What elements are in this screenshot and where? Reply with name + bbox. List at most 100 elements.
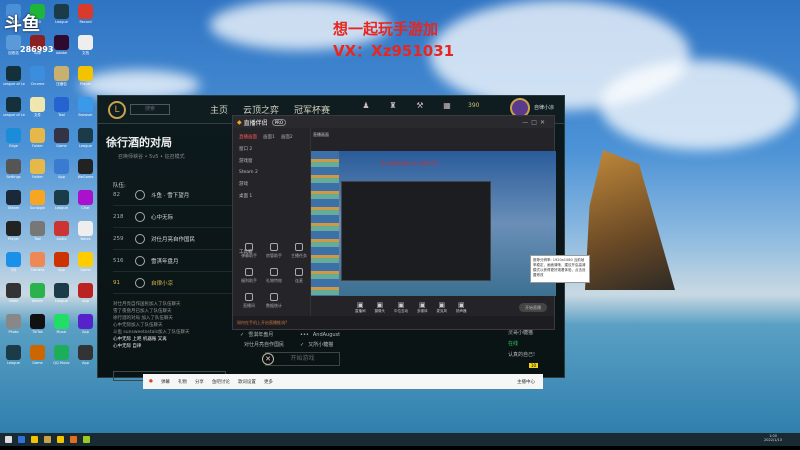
collection-icon[interactable]: ♜	[383, 101, 403, 110]
desktop-icon[interactable]: League of Legends	[2, 66, 25, 96]
desktop-icon[interactable]: Chrome	[26, 66, 49, 96]
team-member[interactable]: 82 斗鱼 · 雪下望月	[113, 184, 233, 206]
taskbar-app-icon[interactable]	[44, 436, 51, 443]
desktop-icon[interactable]: Game	[50, 128, 73, 158]
desktop-icon[interactable]: Folder	[26, 159, 49, 189]
loot-icon[interactable]: ⚒	[410, 101, 430, 110]
desktop-icon[interactable]: QQ Music	[50, 345, 73, 375]
toolbar-item[interactable]: 歌词设置	[238, 379, 256, 385]
control-button[interactable]: ▣ 中位互动	[394, 301, 408, 314]
toolbar-item[interactable]: 弹幕	[161, 379, 170, 385]
desktop-icon[interactable]: 文档	[74, 35, 97, 65]
desktop-icon[interactable]: App	[74, 345, 97, 375]
desktop-icon[interactable]: App	[50, 252, 73, 282]
desktop-icon[interactable]: Game	[26, 345, 49, 375]
desktop-icon[interactable]: QQ	[2, 252, 25, 282]
go-live-button[interactable]: 开始直播	[519, 303, 547, 312]
desktop-icon[interactable]: League	[50, 283, 73, 313]
tool-button[interactable]: 数据统计	[262, 293, 286, 309]
tool-button[interactable]: 房管助手	[262, 243, 286, 259]
control-button[interactable]: ▣ 摄像头	[375, 301, 386, 314]
scene-tab[interactable]: 画面2	[281, 134, 293, 140]
desktop-icon[interactable]: Tool	[26, 221, 49, 251]
desktop-icon[interactable]: App	[74, 314, 97, 344]
window-controls[interactable]: —□✕	[522, 119, 548, 126]
desktop-icon[interactable]: Player	[74, 66, 97, 96]
scene-source[interactable]: Steam 2	[239, 170, 310, 175]
toolbar-item[interactable]: 礼物	[178, 379, 187, 385]
tool-button[interactable]: 福利助手	[237, 268, 261, 284]
team-member[interactable]: 516 雪淇年盘月	[113, 250, 233, 272]
toolbar-item[interactable]: 鱼吧讨论	[212, 379, 230, 385]
control-button[interactable]: ▣ 直播间	[355, 301, 366, 314]
desktop-icon[interactable]: WeGame	[74, 159, 97, 189]
lol-logo[interactable]: L	[108, 100, 126, 119]
desktop-icon[interactable]: Adobe	[50, 35, 73, 65]
control-button[interactable]: ▣ 多媒体	[417, 301, 428, 314]
desktop-icon[interactable]: Record	[74, 4, 97, 34]
scene-source[interactable]: 游戏	[239, 181, 310, 187]
desktop-icon[interactable]: League of Legends	[2, 97, 25, 127]
leave-lobby-button[interactable]: ✕	[262, 353, 274, 365]
tool-button[interactable]: 礼物特效	[262, 268, 286, 284]
taskbar-app-icon[interactable]	[57, 436, 64, 443]
desktop-icon[interactable]: App	[74, 283, 97, 313]
toolbar-item[interactable]: 分享	[195, 379, 204, 385]
taskbar-app-icon[interactable]	[31, 436, 38, 443]
desktop-icon[interactable]: Browser	[74, 97, 97, 127]
desktop-icon[interactable]: Photo	[2, 314, 25, 344]
team-member[interactable]: 218 心中无际	[113, 206, 233, 228]
scene-source[interactable]: 桌面 1	[239, 193, 310, 199]
profile-icon[interactable]: ♟	[356, 101, 376, 110]
desktop-icon[interactable]: Tool	[50, 97, 73, 127]
tool-button[interactable]: 弹幕助手	[237, 243, 261, 259]
scene-source[interactable]: 窗口 2	[239, 146, 310, 152]
desktop-icon[interactable]: Camera	[26, 252, 49, 282]
team-member[interactable]: 259 对仕月亮自作国民	[113, 228, 233, 250]
desktop-icon[interactable]: Chat	[74, 190, 97, 220]
control-button[interactable]: ▣ 麦克风	[437, 301, 448, 314]
desktop-icon[interactable]: Settings	[2, 159, 25, 189]
friend-entry[interactable]: 认真的自己!	[508, 350, 535, 361]
desktop-icon[interactable]: League	[50, 190, 73, 220]
desktop-icon[interactable]: Player	[2, 221, 25, 251]
desktop-icon[interactable]: 压缩包	[50, 66, 73, 96]
desktop-icon[interactable]: Steam	[2, 190, 25, 220]
desktop-icon[interactable]: 文件	[26, 97, 49, 127]
anchor-center-link[interactable]: 主播中心	[517, 379, 535, 385]
desktop-icon[interactable]: Weixin	[26, 283, 49, 313]
control-button[interactable]: ▣ 扬声器	[456, 301, 467, 314]
desktop-icon-label: Browser	[78, 113, 93, 117]
desktop-icon[interactable]: Notes	[74, 221, 97, 251]
nav-home[interactable]: 主页	[210, 103, 228, 116]
scene-tab[interactable]: 画面1	[263, 134, 275, 140]
desktop-icon[interactable]: Sunlogin	[26, 190, 49, 220]
taskbar-app-icon[interactable]	[70, 436, 77, 443]
desktop-icon[interactable]: Music	[50, 314, 73, 344]
store-icon[interactable]: ▦	[437, 101, 457, 110]
desktop-icon[interactable]: League	[74, 128, 97, 158]
scene-tab[interactable]: 直播画面	[239, 134, 257, 140]
lol-search-input[interactable]: 搜索	[130, 104, 170, 115]
team-member[interactable]: 91 自律小凉	[113, 272, 233, 294]
taskbar-app-icon[interactable]	[83, 436, 90, 443]
start-game-button[interactable]: 开始游戏	[265, 352, 340, 366]
scene-source[interactable]: 游戏窗	[239, 158, 310, 164]
desktop-icon[interactable]: TikTok	[26, 314, 49, 344]
desktop-icon[interactable]: Game	[74, 252, 97, 282]
tool-button[interactable]: 直播间	[237, 293, 261, 309]
taskbar-app-icon[interactable]	[18, 436, 25, 443]
desktop-icon[interactable]: Audio	[50, 221, 73, 251]
desktop-icon[interactable]: Video	[2, 283, 25, 313]
desktop-icon[interactable]: League	[50, 4, 73, 34]
desktop-icon[interactable]: Edge	[2, 128, 25, 158]
desktop-icon[interactable]: League	[2, 345, 25, 375]
friend-entry[interactable]: 在线	[508, 339, 535, 350]
taskbar-app-icon[interactable]	[5, 436, 12, 443]
tool-button[interactable]: 主播任务	[287, 243, 311, 259]
desktop-icon[interactable]: App	[50, 159, 73, 189]
tool-button[interactable]: 连麦	[287, 268, 311, 284]
desktop-icon[interactable]: Folder	[26, 128, 49, 158]
toolbar-item[interactable]: 更多	[264, 379, 273, 385]
chat-line: 心中无际 上吧 机器账 又再	[113, 337, 167, 342]
